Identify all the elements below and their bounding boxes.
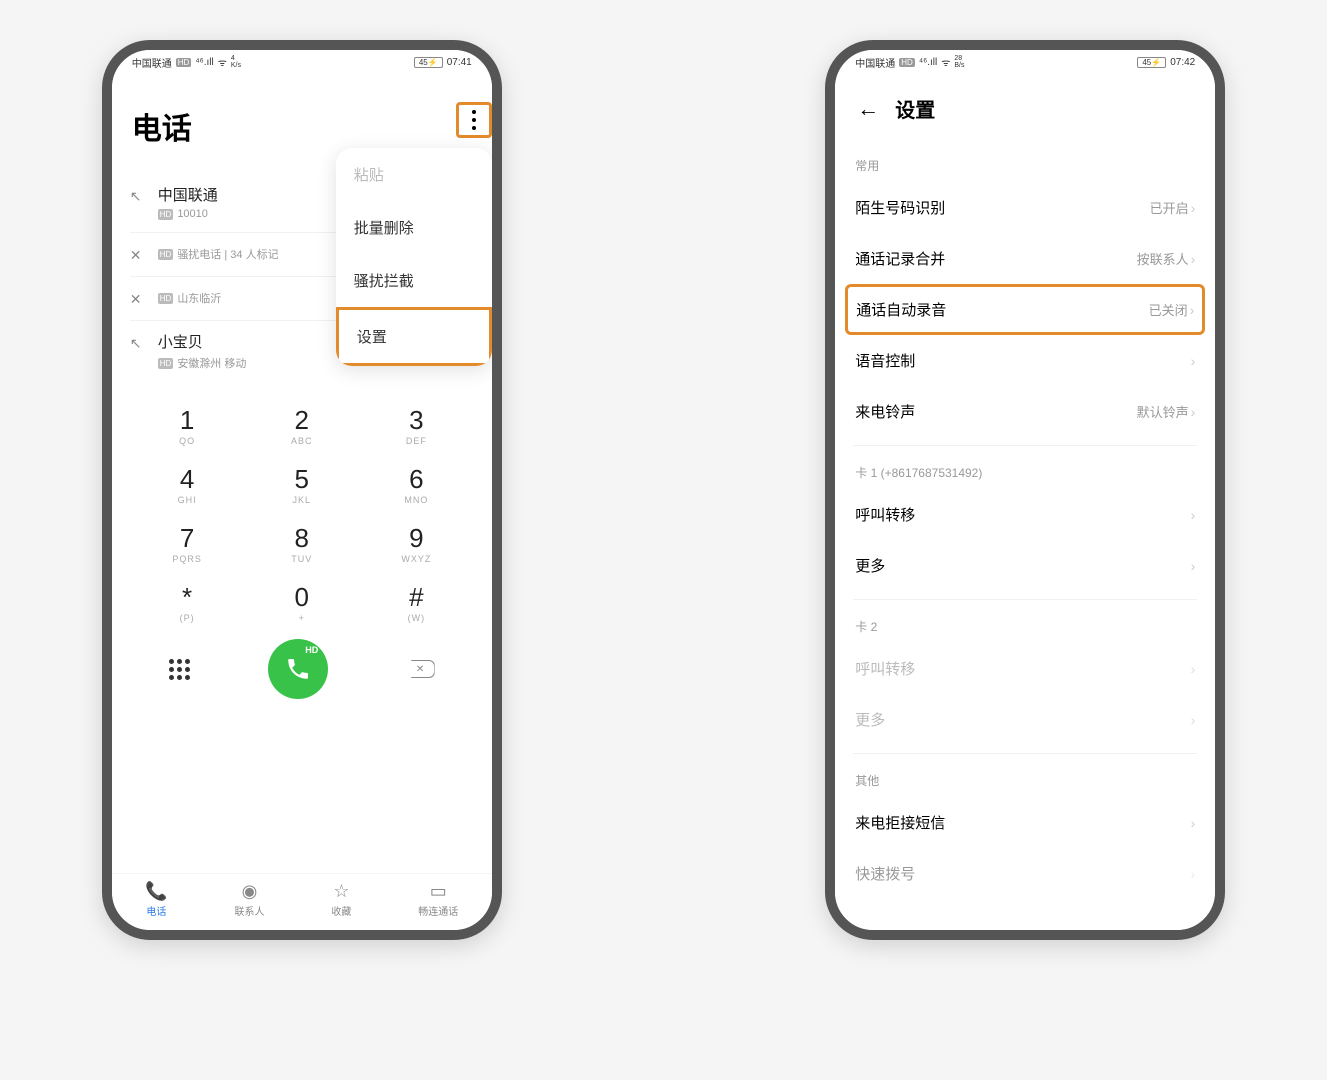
row-stranger-id[interactable]: 陌生号码识别 已开启› — [853, 182, 1197, 233]
chevron-right-icon: › — [1191, 558, 1196, 574]
hd-badge: HD — [158, 249, 174, 260]
chevron-right-icon: › — [1191, 815, 1196, 831]
chevron-right-icon: › — [1191, 507, 1196, 523]
key-0[interactable]: 0+ — [244, 582, 359, 623]
row-voice-control[interactable]: 语音控制 › — [853, 335, 1197, 386]
key-9[interactable]: 9WXYZ — [359, 523, 474, 564]
key-8[interactable]: 8TUV — [244, 523, 359, 564]
speed-unit: B/s — [954, 62, 964, 69]
call-sub: 骚扰电话 | 34 人标记 — [177, 246, 278, 262]
nav-contacts[interactable]: ◉联系人 — [235, 882, 265, 918]
carrier-label: 中国联通 — [132, 55, 172, 70]
chevron-right-icon: › — [1191, 404, 1196, 420]
contacts-icon: ◉ — [242, 882, 258, 900]
back-button[interactable]: ← — [857, 96, 879, 122]
status-bar: 中国联通 HD ⁴⁶.ıll ᯤ 4 K/s 45⚡ 07:41 — [112, 50, 492, 74]
battery-icon: 45⚡ — [414, 57, 443, 68]
hd-badge: HD — [158, 293, 174, 304]
wifi-icon: ᯤ — [218, 55, 227, 69]
menu-block[interactable]: 骚扰拦截 — [336, 254, 492, 307]
row-quick-dial[interactable]: 快速拨号 › — [853, 848, 1197, 899]
row-auto-record[interactable]: 通话自动录音 已关闭› — [845, 284, 1205, 335]
nav-phone[interactable]: 📞电话 — [145, 882, 167, 918]
hd-badge: HD — [158, 209, 174, 220]
call-sub: 山东临沂 — [177, 290, 221, 306]
chevron-right-icon: › — [1191, 200, 1196, 216]
keypad-toggle-button[interactable] — [169, 659, 190, 680]
row-ringtone[interactable]: 来电铃声 默认铃声› — [853, 386, 1197, 437]
section-sim2: 卡 2 — [855, 618, 1195, 635]
key-5[interactable]: 5JKL — [244, 464, 359, 505]
phone-icon — [285, 656, 311, 682]
star-icon: ☆ — [333, 882, 349, 900]
menu-settings[interactable]: 设置 — [336, 307, 492, 366]
status-bar: 中国联通 HD ⁴⁶.ıll ᯤ 28 B/s 45⚡ 07:42 — [835, 50, 1215, 74]
row-forward-sim1[interactable]: 呼叫转移 › — [853, 489, 1197, 540]
hd-badge: HD — [176, 58, 192, 67]
call-sub: 安徽滁州 移动 — [177, 355, 246, 371]
backspace-button[interactable]: ✕ — [407, 660, 435, 678]
chevron-right-icon: › — [1190, 302, 1195, 318]
hd-label: HD — [305, 645, 318, 655]
more-icon — [472, 110, 476, 130]
outgoing-call-icon: ↖ — [130, 188, 148, 205]
key-1[interactable]: 1QO — [130, 405, 245, 446]
chevron-right-icon: › — [1191, 866, 1196, 882]
key-hash[interactable]: #(W) — [359, 582, 474, 623]
section-sim1: 卡 1 (+8617687531492) — [855, 464, 1195, 481]
key-3[interactable]: 3DEF — [359, 405, 474, 446]
menu-paste[interactable]: 粘贴 — [336, 148, 492, 201]
call-sub: 10010 — [177, 208, 208, 220]
speed-value: 28 — [954, 55, 964, 62]
hd-badge: HD — [158, 358, 174, 369]
video-icon: ▭ — [430, 882, 447, 900]
nav-favorites[interactable]: ☆收藏 — [331, 882, 351, 918]
wifi-icon: ᯤ — [941, 55, 950, 69]
nav-meetime[interactable]: ▭畅连通话 — [418, 882, 458, 918]
dial-keypad: 1QO 2ABC 3DEF 4GHI 5JKL 6MNO 7PQRS 8TUV … — [130, 405, 474, 623]
overflow-menu: 粘贴 批量删除 骚扰拦截 设置 — [336, 148, 492, 366]
carrier-label: 中国联通 — [855, 55, 895, 70]
row-more-sim2[interactable]: 更多 › — [853, 694, 1197, 745]
network-icon: ⁴⁶.ıll — [919, 57, 937, 68]
section-other: 其他 — [855, 772, 1195, 789]
bottom-nav: 📞电话 ◉联系人 ☆收藏 ▭畅连通话 — [112, 873, 492, 930]
section-common: 常用 — [855, 157, 1195, 174]
missed-call-icon: ✕ — [130, 247, 148, 264]
chevron-right-icon: › — [1191, 251, 1196, 267]
menu-batch-delete[interactable]: 批量删除 — [336, 201, 492, 254]
speed-unit: K/s — [231, 62, 241, 69]
key-4[interactable]: 4GHI — [130, 464, 245, 505]
key-7[interactable]: 7PQRS — [130, 523, 245, 564]
phone-device-2: 中国联通 HD ⁴⁶.ıll ᯤ 28 B/s 45⚡ 07:42 ← 设置 常… — [825, 40, 1225, 940]
hd-badge: HD — [899, 58, 915, 67]
clock: 07:41 — [447, 57, 472, 68]
chevron-right-icon: › — [1191, 661, 1196, 677]
phone-icon: 📞 — [145, 882, 167, 900]
missed-call-icon: ✕ — [130, 291, 148, 308]
network-icon: ⁴⁶.ıll — [195, 57, 213, 68]
more-menu-button[interactable] — [456, 102, 492, 138]
chevron-right-icon: › — [1191, 712, 1196, 728]
phone-device-1: 中国联通 HD ⁴⁶.ıll ᯤ 4 K/s 45⚡ 07:41 电话 粘贴 — [102, 40, 502, 940]
key-2[interactable]: 2ABC — [244, 405, 359, 446]
speed-value: 4 — [231, 55, 241, 62]
outgoing-call-icon: ↖ — [130, 335, 148, 352]
row-forward-sim2[interactable]: 呼叫转移 › — [853, 643, 1197, 694]
page-title: 设置 — [895, 94, 935, 123]
chevron-right-icon: › — [1191, 353, 1196, 369]
row-merge-logs[interactable]: 通话记录合并 按联系人› — [853, 233, 1197, 284]
row-more-sim1[interactable]: 更多 › — [853, 540, 1197, 591]
key-star[interactable]: *(P) — [130, 582, 245, 623]
dial-button[interactable]: HD — [268, 639, 328, 699]
row-reject-sms[interactable]: 来电拒接短信 › — [853, 797, 1197, 848]
clock: 07:42 — [1170, 57, 1195, 68]
battery-icon: 45⚡ — [1137, 57, 1166, 68]
key-6[interactable]: 6MNO — [359, 464, 474, 505]
